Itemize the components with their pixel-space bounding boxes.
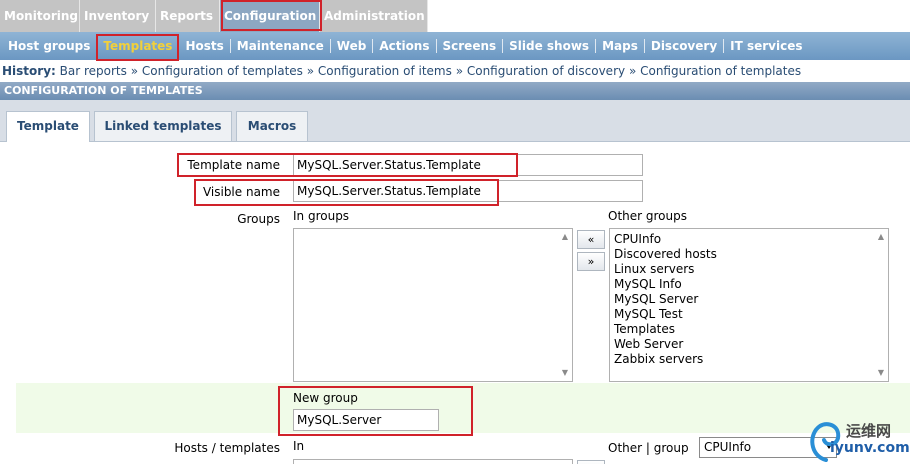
history-breadcrumb: History: Bar reports » Configuration of … bbox=[0, 62, 910, 80]
add-host-button[interactable] bbox=[577, 460, 605, 464]
hosts-in-label: In bbox=[293, 439, 305, 453]
history-link[interactable]: Configuration of templates bbox=[142, 64, 303, 78]
watermark-logo: 运维网 iyunv.com bbox=[806, 414, 910, 464]
other-group-label: Other | group bbox=[608, 441, 689, 455]
history-separator: » bbox=[130, 64, 139, 78]
submenu-host-groups[interactable]: Host groups bbox=[2, 39, 96, 53]
list-item[interactable]: Templates bbox=[610, 322, 888, 337]
remove-group-button[interactable]: » bbox=[577, 252, 605, 271]
add-group-button[interactable]: « bbox=[577, 230, 605, 249]
history-link[interactable]: Configuration of discovery bbox=[467, 64, 625, 78]
top-menu: Monitoring Inventory Reports Configurati… bbox=[0, 0, 910, 32]
list-item[interactable]: MySQL Server bbox=[610, 292, 888, 307]
top-tab-monitoring[interactable]: Monitoring bbox=[0, 0, 80, 32]
top-tab-configuration[interactable]: Configuration bbox=[220, 0, 320, 32]
tab-linked-templates[interactable]: Linked templates bbox=[94, 111, 232, 141]
visible-name-input[interactable]: MySQL.Server.Status.Template bbox=[293, 180, 643, 202]
watermark-text: 运维网 bbox=[846, 422, 892, 440]
template-name-label: Template name bbox=[187, 158, 280, 172]
scroll-down-icon[interactable]: ▼ bbox=[558, 367, 572, 379]
submenu-screens[interactable]: Screens bbox=[437, 39, 503, 53]
top-tab-administration[interactable]: Administration bbox=[320, 0, 428, 32]
other-groups-list[interactable]: CPUInfo Discovered hosts Linux servers M… bbox=[609, 228, 889, 382]
other-groups-label: Other groups bbox=[608, 209, 687, 223]
submenu-templates[interactable]: Templates bbox=[97, 39, 178, 53]
submenu-maintenance[interactable]: Maintenance bbox=[231, 39, 330, 53]
history-separator: » bbox=[455, 64, 464, 78]
form-tabs: Template Linked templates Macros bbox=[0, 100, 910, 142]
list-item[interactable]: Zabbix servers bbox=[610, 352, 888, 367]
groups-label: Groups bbox=[237, 212, 280, 226]
list-item[interactable]: MySQL Info bbox=[610, 277, 888, 292]
top-tab-inventory[interactable]: Inventory bbox=[80, 0, 156, 32]
history-label: History: bbox=[2, 64, 56, 78]
submenu-slide-shows[interactable]: Slide shows bbox=[503, 39, 595, 53]
history-link[interactable]: Configuration of templates bbox=[640, 64, 801, 78]
list-item[interactable]: Linux servers bbox=[610, 262, 888, 277]
list-item[interactable]: CPUInfo bbox=[610, 232, 888, 247]
in-groups-scrollbar[interactable]: ▲ ▼ bbox=[558, 229, 572, 381]
hosts-templates-label: Hosts / templates bbox=[174, 441, 280, 455]
top-tab-reports[interactable]: Reports bbox=[156, 0, 220, 32]
history-link[interactable]: Bar reports bbox=[60, 64, 127, 78]
list-item[interactable]: Discovered hosts bbox=[610, 247, 888, 262]
hosts-in-list[interactable] bbox=[293, 459, 573, 464]
watermark-url: iyunv.com bbox=[830, 440, 910, 456]
list-item[interactable]: MySQL Test bbox=[610, 307, 888, 322]
scroll-up-icon[interactable]: ▲ bbox=[874, 231, 888, 243]
in-groups-list[interactable]: ▲ ▼ bbox=[293, 228, 573, 382]
other-groups-scrollbar[interactable]: ▲ ▼ bbox=[874, 229, 888, 381]
page-title: CONFIGURATION OF TEMPLATES bbox=[0, 82, 910, 100]
new-group-input[interactable]: MySQL.Server bbox=[293, 409, 439, 431]
group-select-value: CPUInfo bbox=[704, 440, 752, 454]
history-separator: » bbox=[306, 64, 315, 78]
submenu-it-services[interactable]: IT services bbox=[724, 39, 808, 53]
submenu-web[interactable]: Web bbox=[331, 39, 373, 53]
submenu-discovery[interactable]: Discovery bbox=[645, 39, 723, 53]
visible-name-label: Visible name bbox=[202, 185, 280, 199]
tab-template[interactable]: Template bbox=[6, 111, 90, 142]
submenu-maps[interactable]: Maps bbox=[596, 39, 644, 53]
submenu-actions[interactable]: Actions bbox=[373, 39, 435, 53]
tab-macros[interactable]: Macros bbox=[236, 111, 308, 141]
history-link[interactable]: Configuration of items bbox=[318, 64, 452, 78]
scroll-down-icon[interactable]: ▼ bbox=[874, 367, 888, 379]
new-group-label: New group bbox=[293, 391, 358, 405]
list-item[interactable]: Web Server bbox=[610, 337, 888, 352]
new-group-row bbox=[16, 383, 910, 433]
history-separator: » bbox=[628, 64, 637, 78]
scroll-up-icon[interactable]: ▲ bbox=[558, 231, 572, 243]
in-groups-label: In groups bbox=[293, 209, 350, 223]
submenu-hosts[interactable]: Hosts bbox=[179, 39, 229, 53]
sub-menu: Host groups Templates Hosts Maintenance … bbox=[0, 32, 910, 60]
template-name-input[interactable]: MySQL.Server.Status.Template bbox=[293, 154, 643, 176]
